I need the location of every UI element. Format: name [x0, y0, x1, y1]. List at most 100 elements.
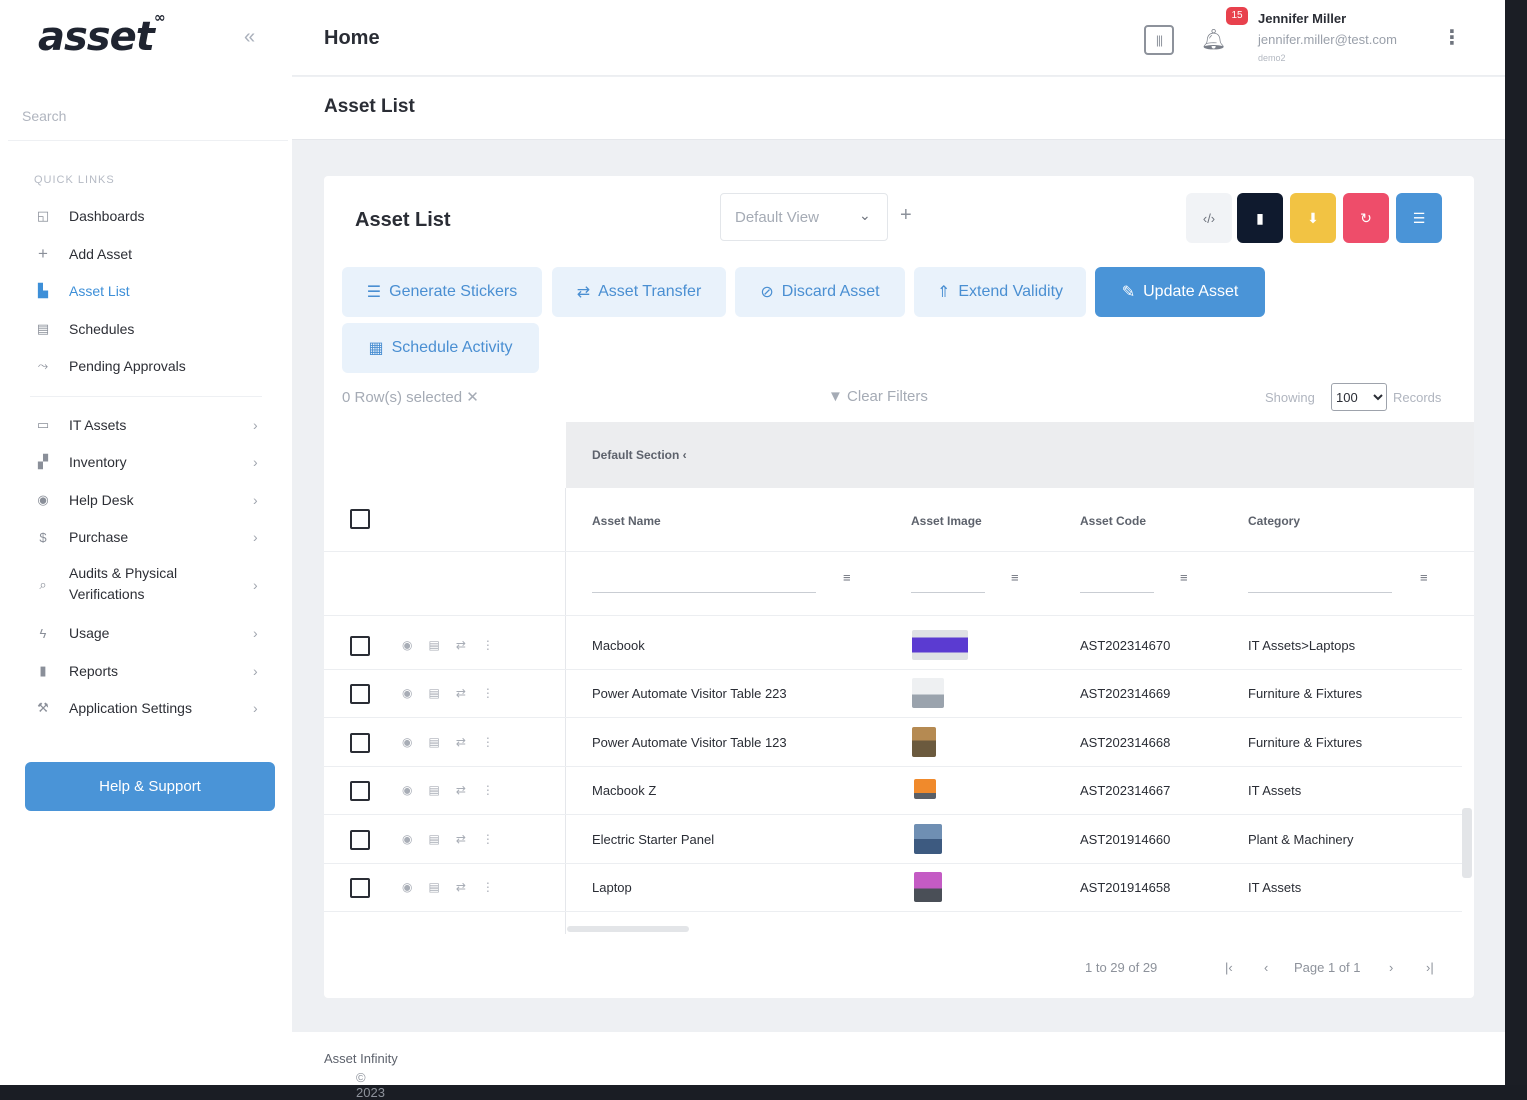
- sidebar-search-input[interactable]: [10, 100, 280, 132]
- sidebar-item-dashboards[interactable]: ◱ Dashboards: [0, 198, 292, 234]
- horizontal-scrollbar[interactable]: [567, 926, 689, 932]
- sidebar-item-inventory[interactable]: ▞ Inventory ›: [0, 444, 292, 480]
- asset-thumbnail[interactable]: [912, 630, 968, 660]
- section-header[interactable]: Default Section ‹: [566, 422, 1474, 488]
- asset-image-filter-input[interactable]: [911, 592, 985, 593]
- refresh-button[interactable]: ↻: [1343, 193, 1389, 243]
- extend-validity-button[interactable]: ⇑ Extend Validity: [914, 267, 1086, 317]
- user-name[interactable]: Jennifer Miller: [1258, 11, 1346, 26]
- table-row[interactable]: ◉ ▤ ⇄ ⋮ Laptop AST201914658 IT Assets: [324, 864, 1462, 912]
- code-view-button[interactable]: ‹/›: [1186, 193, 1232, 243]
- prev-page-icon[interactable]: ‹: [1264, 960, 1268, 975]
- asset-name-cell[interactable]: Laptop: [592, 880, 632, 895]
- rows-selected-info[interactable]: 0 Row(s) selected ✕: [342, 388, 479, 406]
- update-asset-button[interactable]: ✎ Update Asset: [1095, 267, 1265, 317]
- asset-name-cell[interactable]: Power Automate Visitor Table 223: [592, 686, 787, 701]
- row-checkbox[interactable]: [350, 878, 370, 898]
- more-icon[interactable]: ⋮: [482, 880, 494, 894]
- sidebar-item-schedules[interactable]: ▤ Schedules: [0, 311, 292, 347]
- details-icon[interactable]: ▤: [428, 880, 439, 894]
- transfer-icon[interactable]: ⇄: [456, 686, 466, 700]
- transfer-icon[interactable]: ⇄: [456, 638, 466, 652]
- column-header-category[interactable]: Category: [1248, 514, 1300, 528]
- app-logo[interactable]: asset∞: [38, 10, 166, 60]
- asset-transfer-button[interactable]: ⇄ Asset Transfer: [552, 267, 726, 317]
- columns-button[interactable]: ☰: [1396, 193, 1442, 243]
- column-header-asset-image[interactable]: Asset Image: [911, 514, 982, 528]
- sidebar-item-usage[interactable]: ϟ Usage ›: [0, 615, 292, 651]
- view-icon[interactable]: ◉: [402, 880, 412, 894]
- more-icon[interactable]: ⋮: [482, 832, 494, 846]
- category-filter-input[interactable]: [1248, 592, 1392, 593]
- transfer-icon[interactable]: ⇄: [456, 880, 466, 894]
- sidebar-item-purchase[interactable]: $ Purchase ›: [0, 519, 292, 555]
- schedule-activity-button[interactable]: ▦ Schedule Activity: [342, 323, 539, 373]
- asset-name-cell[interactable]: Power Automate Visitor Table 123: [592, 735, 787, 750]
- column-header-asset-name[interactable]: Asset Name: [592, 514, 661, 528]
- details-icon[interactable]: ▤: [428, 686, 439, 700]
- asset-code-filter-input[interactable]: [1080, 592, 1154, 593]
- view-icon[interactable]: ◉: [402, 783, 412, 797]
- asset-name-cell[interactable]: Macbook: [592, 638, 645, 653]
- help-support-button[interactable]: Help & Support: [25, 762, 275, 811]
- view-icon[interactable]: ◉: [402, 638, 412, 652]
- row-checkbox[interactable]: [350, 781, 370, 801]
- table-row[interactable]: ◉ ▤ ⇄ ⋮ Electric Starter Panel AST201914660…: [324, 816, 1462, 864]
- asset-name-filter-input[interactable]: [592, 592, 816, 593]
- asset-thumbnail[interactable]: [914, 872, 942, 902]
- transfer-icon[interactable]: ⇄: [456, 832, 466, 846]
- asset-name-cell[interactable]: Macbook Z: [592, 783, 656, 798]
- filter-icon[interactable]: ≡: [1420, 570, 1428, 585]
- details-icon[interactable]: ▤: [428, 832, 439, 846]
- table-row[interactable]: ◉ ▤ ⇄ ⋮ Power Automate Visitor Table 123 AS…: [324, 719, 1462, 767]
- sidebar-item-reports[interactable]: ▮ Reports ›: [0, 653, 292, 689]
- sidebar-item-help-desk[interactable]: ◉ Help Desk ›: [0, 482, 292, 518]
- more-icon[interactable]: ⋮: [482, 638, 494, 652]
- row-checkbox[interactable]: [350, 636, 370, 656]
- view-icon[interactable]: ◉: [402, 735, 412, 749]
- sidebar-item-application-settings[interactable]: ⚒ Application Settings ›: [0, 690, 292, 726]
- sidebar-item-it-assets[interactable]: ▭ IT Assets ›: [0, 407, 292, 443]
- last-page-icon[interactable]: ›|: [1426, 960, 1434, 975]
- table-row[interactable]: ◉ ▤ ⇄ ⋮ Macbook Z AST202314667 IT Assets: [324, 767, 1462, 815]
- generate-stickers-button[interactable]: ☰ Generate Stickers: [342, 267, 542, 317]
- next-page-icon[interactable]: ›: [1389, 960, 1393, 975]
- asset-thumbnail[interactable]: [914, 824, 942, 854]
- filter-icon[interactable]: ≡: [843, 570, 851, 585]
- details-icon[interactable]: ▤: [428, 638, 439, 652]
- barcode-scan-icon[interactable]: |||: [1144, 25, 1174, 55]
- first-page-icon[interactable]: |‹: [1225, 960, 1233, 975]
- more-icon[interactable]: ⋮: [482, 735, 494, 749]
- more-icon[interactable]: ⋮: [482, 783, 494, 797]
- details-icon[interactable]: ▤: [428, 783, 439, 797]
- clear-filters-button[interactable]: ▼ Clear Filters: [828, 388, 928, 405]
- select-all-checkbox[interactable]: [350, 509, 370, 529]
- sidebar-item-add-asset[interactable]: + Add Asset: [0, 236, 292, 272]
- asset-thumbnail[interactable]: [912, 678, 944, 708]
- page-size-select[interactable]: 100: [1331, 383, 1387, 411]
- asset-thumbnail[interactable]: [912, 727, 936, 757]
- more-options-icon[interactable]: ⋮: [1442, 25, 1462, 50]
- sidebar-item-pending-approvals[interactable]: ⤳ Pending Approvals: [0, 348, 292, 384]
- sidebar-item-asset-list[interactable]: ▙ Asset List: [0, 273, 292, 309]
- discard-asset-button[interactable]: ⊘ Discard Asset: [735, 267, 905, 317]
- collapse-sidebar-icon[interactable]: «: [244, 26, 255, 49]
- bell-icon[interactable]: 🔔︎: [1201, 27, 1226, 52]
- add-view-icon[interactable]: +: [900, 204, 912, 227]
- transfer-icon[interactable]: ⇄: [456, 735, 466, 749]
- sidebar-item-audits[interactable]: ⌕ Audits & Physical Verifications ›: [0, 562, 292, 608]
- row-checkbox[interactable]: [350, 684, 370, 704]
- asset-thumbnail[interactable]: [914, 779, 936, 799]
- transfer-icon[interactable]: ⇄: [456, 783, 466, 797]
- view-icon[interactable]: ◉: [402, 832, 412, 846]
- filter-icon[interactable]: ≡: [1011, 570, 1019, 585]
- view-icon[interactable]: ◉: [402, 686, 412, 700]
- table-row[interactable]: ◉ ▤ ⇄ ⋮ Power Automate Visitor Table 223 AS…: [324, 670, 1462, 718]
- asset-name-cell[interactable]: Electric Starter Panel: [592, 832, 714, 847]
- download-button[interactable]: ⬇: [1290, 193, 1336, 243]
- row-checkbox[interactable]: [350, 733, 370, 753]
- table-row[interactable]: ◉ ▤ ⇄ ⋮ Macbook AST202314670 IT Assets>Lapt…: [324, 622, 1462, 670]
- details-icon[interactable]: ▤: [428, 735, 439, 749]
- export-pdf-button[interactable]: ▮: [1237, 193, 1283, 243]
- vertical-scrollbar[interactable]: [1462, 808, 1472, 878]
